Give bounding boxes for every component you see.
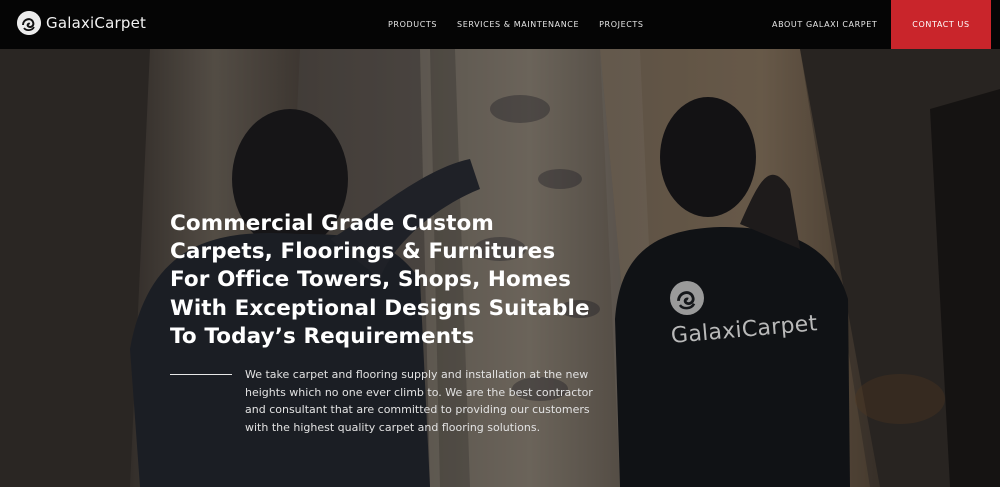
nav-products[interactable]: PRODUCTS bbox=[388, 20, 437, 29]
secondary-nav: ABOUT GALAXI CARPET bbox=[772, 0, 897, 49]
brand-logo[interactable]: GalaxiCarpet bbox=[17, 11, 146, 35]
hero-description: We take carpet and flooring supply and i… bbox=[245, 368, 593, 434]
site-header: GalaxiCarpet PRODUCTS SERVICES & MAINTEN… bbox=[0, 0, 1000, 49]
galaxy-logo-icon bbox=[17, 11, 41, 35]
shirt-galaxy-logo-icon bbox=[670, 281, 704, 320]
nav-services-maintenance[interactable]: SERVICES & MAINTENANCE bbox=[457, 20, 579, 29]
headline-divider bbox=[170, 374, 232, 375]
nav-projects[interactable]: PROJECTS bbox=[599, 20, 643, 29]
nav-about[interactable]: ABOUT GALAXI CARPET bbox=[772, 20, 877, 29]
main-nav: PRODUCTS SERVICES & MAINTENANCE PROJECTS bbox=[388, 0, 664, 49]
hero-headline: Commercial Grade Custom Carpets, Floorin… bbox=[170, 211, 590, 349]
brand-name: GalaxiCarpet bbox=[46, 14, 147, 32]
hero-section: GalaxiCarpet Commercial Grade Custom Car… bbox=[0, 49, 1000, 487]
contact-us-button[interactable]: CONTACT US bbox=[891, 0, 991, 49]
